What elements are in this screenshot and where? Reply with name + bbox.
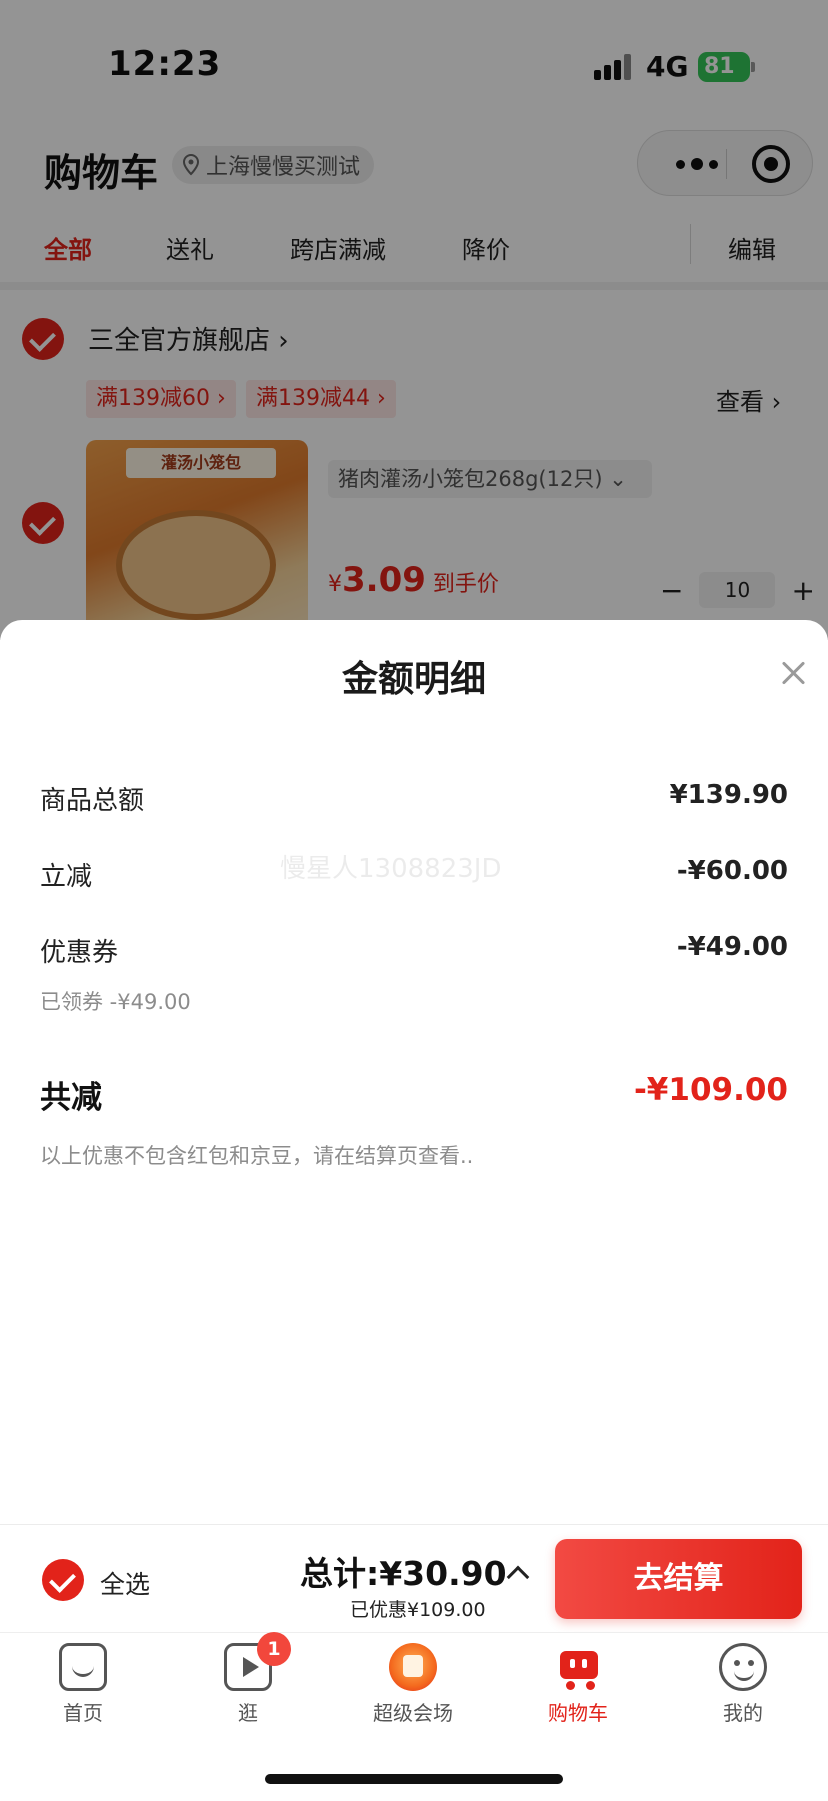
coupon-row: 优惠券 -¥49.00 — [40, 932, 788, 972]
select-all-label[interactable]: 全选 — [100, 1565, 150, 1601]
nav-item-super-venue[interactable]: 超级会场 — [348, 1643, 478, 1743]
cart-icon — [554, 1643, 602, 1691]
smiley-face-icon — [719, 1643, 767, 1691]
chevron-up-icon[interactable] — [506, 1565, 530, 1589]
goods-total-value: ¥139.90 — [669, 780, 788, 810]
nav-item-cart[interactable]: 购物车 — [513, 1643, 643, 1743]
home-icon — [59, 1643, 107, 1691]
video-play-icon: 1 — [224, 1632, 291, 1691]
notification-badge: 1 — [257, 1632, 291, 1666]
nav-label: 首页 — [63, 1701, 103, 1725]
super-venue-icon — [389, 1643, 437, 1691]
goods-total-row: 商品总额 ¥139.90 — [40, 780, 788, 820]
home-indicator — [265, 1774, 563, 1784]
coupon-note: 已领券 -¥49.00 — [40, 990, 191, 1014]
nav-label: 逛 — [238, 1701, 258, 1725]
checkout-button[interactable]: 去结算 — [555, 1539, 802, 1619]
discount-footnote: 以上优惠不包含红包和京豆，请在结算页查看.. — [40, 1144, 474, 1168]
detail-row-placeholder — [40, 678, 788, 718]
cart-total: 总计:¥30.90 — [300, 1554, 507, 1593]
saved-amount: 已优惠¥109.00 — [350, 1599, 486, 1621]
nav-label: 购物车 — [548, 1701, 608, 1725]
checkout-bar: 全选 总计:¥30.90 已优惠¥109.00 去结算 — [0, 1524, 828, 1632]
coupon-label: 优惠券 — [40, 938, 119, 968]
total-discount-row: 共减 -¥109.00 — [40, 1072, 788, 1118]
instant-discount-row: 立减 -¥60.00 — [40, 856, 788, 896]
nav-label: 我的 — [723, 1701, 763, 1725]
instant-discount-label: 立减 — [40, 862, 93, 892]
coupon-value: -¥49.00 — [676, 932, 788, 962]
total-discount-label: 共减 — [40, 1080, 102, 1116]
total-discount-value: -¥109.00 — [633, 1072, 788, 1108]
nav-item-home[interactable]: 首页 — [18, 1643, 148, 1743]
modal-backdrop[interactable] — [0, 0, 828, 640]
nav-label: 超级会场 — [373, 1701, 453, 1725]
nav-item-me[interactable]: 我的 — [678, 1643, 808, 1743]
instant-discount-value: -¥60.00 — [676, 856, 788, 886]
nav-item-browse[interactable]: 1 逛 — [183, 1632, 313, 1743]
goods-total-label: 商品总额 — [40, 786, 145, 816]
select-all-checkbox[interactable] — [42, 1559, 84, 1601]
